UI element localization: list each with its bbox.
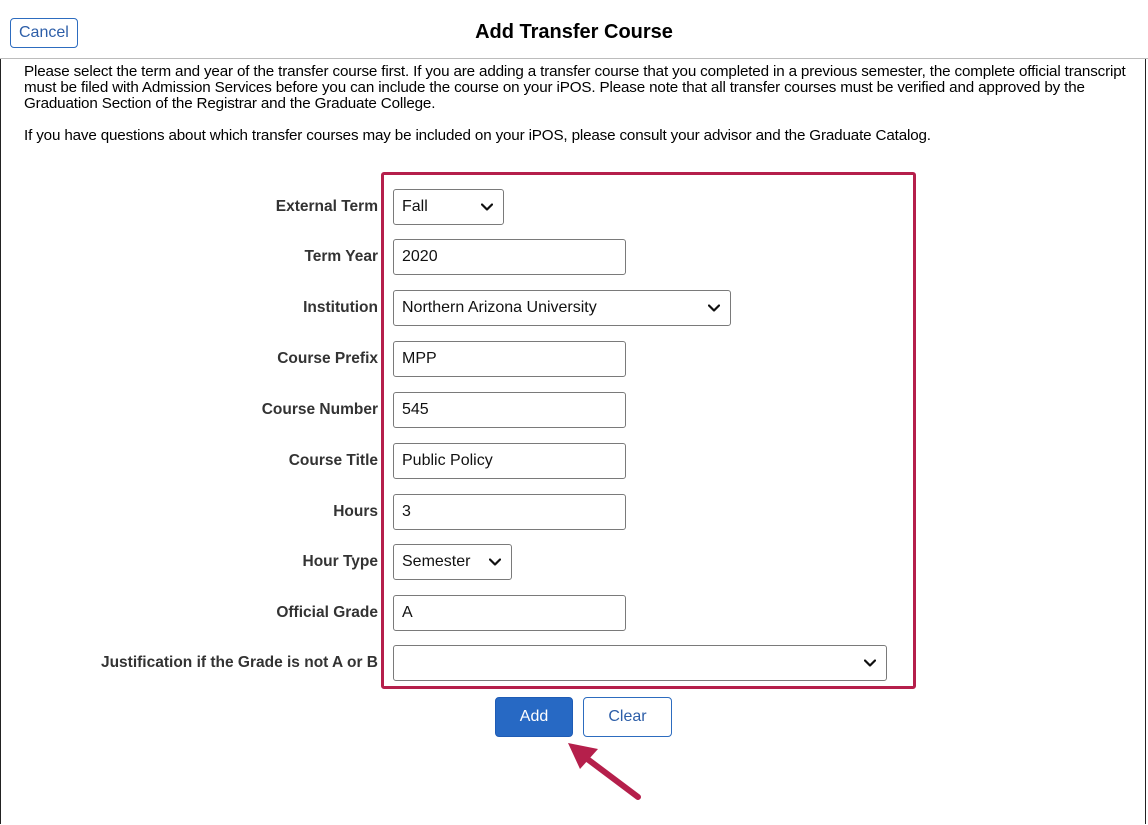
course-title-input[interactable]: Public Policy — [393, 443, 626, 479]
field-row-course-title: Course Title Public Policy — [0, 441, 1148, 481]
external-term-select[interactable]: Fall — [393, 189, 504, 225]
course-title-label: Course Title — [288, 452, 378, 469]
field-row-course-number: Course Number 545 — [0, 390, 1148, 430]
external-term-value: Fall — [402, 198, 428, 215]
field-row-course-prefix: Course Prefix MPP — [0, 339, 1148, 379]
term-year-input[interactable]: 2020 — [393, 239, 626, 275]
official-grade-input[interactable]: A — [393, 595, 626, 631]
arrow-icon — [568, 743, 641, 800]
institution-label: Institution — [303, 299, 378, 316]
hour-type-select[interactable]: Semester — [393, 544, 512, 580]
justification-label: Justification if the Grade is not A or B — [100, 654, 378, 671]
chevron-down-icon — [864, 659, 876, 667]
field-row-institution: Institution Northern Arizona University — [0, 288, 1148, 328]
hour-type-label: Hour Type — [302, 553, 379, 570]
course-number-label: Course Number — [261, 401, 378, 418]
institution-value: Northern Arizona University — [402, 299, 597, 316]
field-row-hour-type: Hour Type Semester — [0, 542, 1148, 582]
field-row-hours: Hours 3 — [0, 492, 1148, 532]
chevron-down-icon — [708, 304, 720, 312]
hours-input[interactable]: 3 — [393, 494, 626, 530]
course-prefix-input[interactable]: MPP — [393, 341, 626, 377]
instructions: Please select the term and year of the t… — [24, 64, 1140, 160]
page-title: Add Transfer Course — [475, 21, 673, 43]
instructions-paragraph-1: Please select the term and year of the t… — [24, 63, 1126, 112]
chevron-down-icon — [489, 558, 501, 566]
external-term-label: External Term — [275, 198, 378, 215]
add-button[interactable]: Add — [495, 697, 573, 737]
clear-button[interactable]: Clear — [583, 697, 672, 737]
course-prefix-label: Course Prefix — [277, 350, 378, 367]
field-row-official-grade: Official Grade A — [0, 593, 1148, 633]
term-year-label: Term Year — [304, 248, 378, 265]
course-number-input[interactable]: 545 — [393, 392, 626, 428]
page-header: Cancel Add Transfer Course — [0, 0, 1148, 59]
instructions-paragraph-2: If you have questions about which transf… — [24, 127, 931, 144]
field-row-term-year: Term Year 2020 — [0, 237, 1148, 277]
chevron-down-icon — [481, 203, 493, 211]
justification-select[interactable] — [393, 645, 887, 681]
hours-label: Hours — [333, 503, 378, 520]
field-row-external-term: External Term Fall — [0, 187, 1148, 227]
official-grade-label: Official Grade — [276, 604, 378, 621]
institution-select[interactable]: Northern Arizona University — [393, 290, 731, 326]
hour-type-value: Semester — [402, 553, 471, 570]
field-row-justification: Justification if the Grade is not A or B — [0, 643, 1148, 683]
